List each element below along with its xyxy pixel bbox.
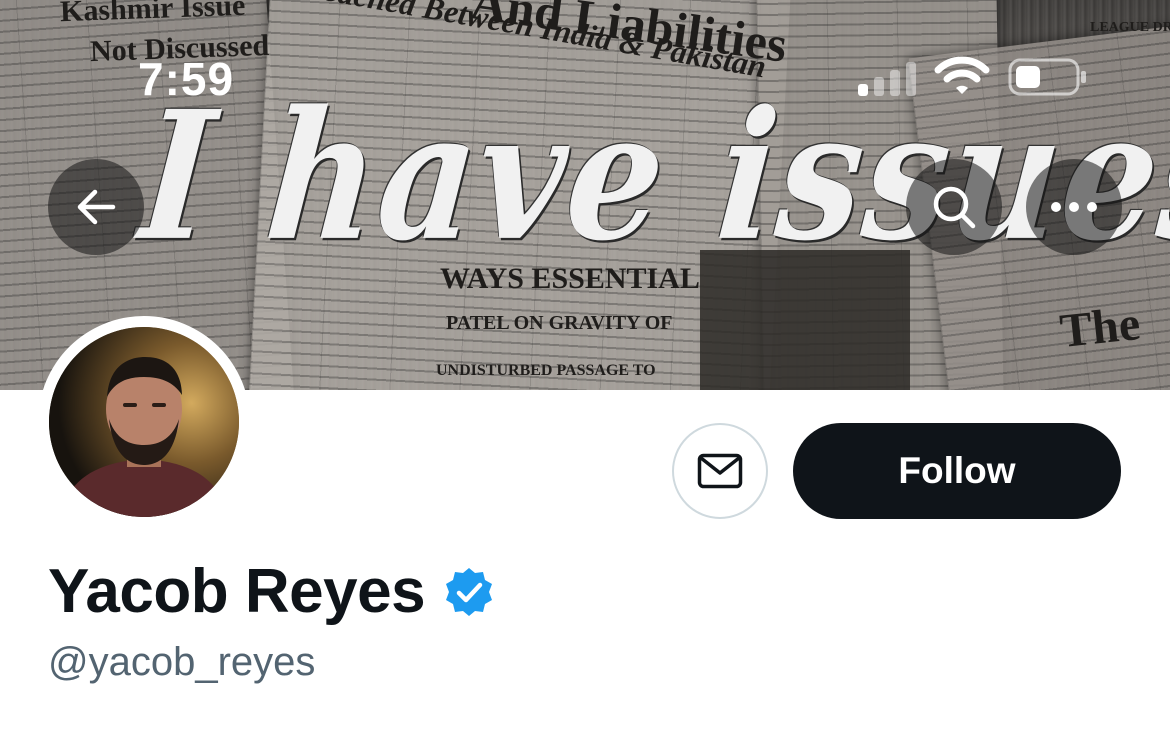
- cellular-signal-icon: [858, 62, 916, 96]
- newspaper-headline: The: [1057, 296, 1143, 359]
- arrow-left-icon: [77, 189, 116, 225]
- avatar[interactable]: [49, 327, 239, 517]
- verified-badge-icon: [446, 567, 493, 616]
- follow-button[interactable]: Follow: [793, 423, 1121, 519]
- profile-screen: Kashmir Issue Not Discussed Reached Betw…: [0, 0, 1170, 746]
- profile-handle: @yacob_reyes: [48, 640, 316, 684]
- back-button[interactable]: [48, 159, 144, 255]
- newspaper-headline: UNDISTURBED PASSAGE TO: [436, 362, 656, 379]
- battery-icon: [1008, 58, 1086, 96]
- search-icon: [933, 186, 976, 229]
- mail-icon: [697, 453, 743, 489]
- avatar-photo: [49, 327, 239, 517]
- banner-title: I have issues: [132, 72, 1170, 281]
- avatar-ring[interactable]: [38, 316, 250, 528]
- display-name: Yacob Reyes: [48, 557, 426, 626]
- profile-name-row: Yacob Reyes: [48, 556, 495, 627]
- wifi-icon: [934, 56, 990, 94]
- message-button[interactable]: [672, 423, 768, 519]
- newspaper-headline: PATEL ON GRAVITY OF: [446, 312, 673, 334]
- newspaper-headline: LEAGUE DREAM OF EMPIRE: [1090, 20, 1170, 35]
- status-time: 7:59: [138, 53, 235, 105]
- more-options-button[interactable]: [1026, 159, 1122, 255]
- more-horizontal-icon: [1051, 202, 1097, 212]
- search-button[interactable]: [906, 159, 1002, 255]
